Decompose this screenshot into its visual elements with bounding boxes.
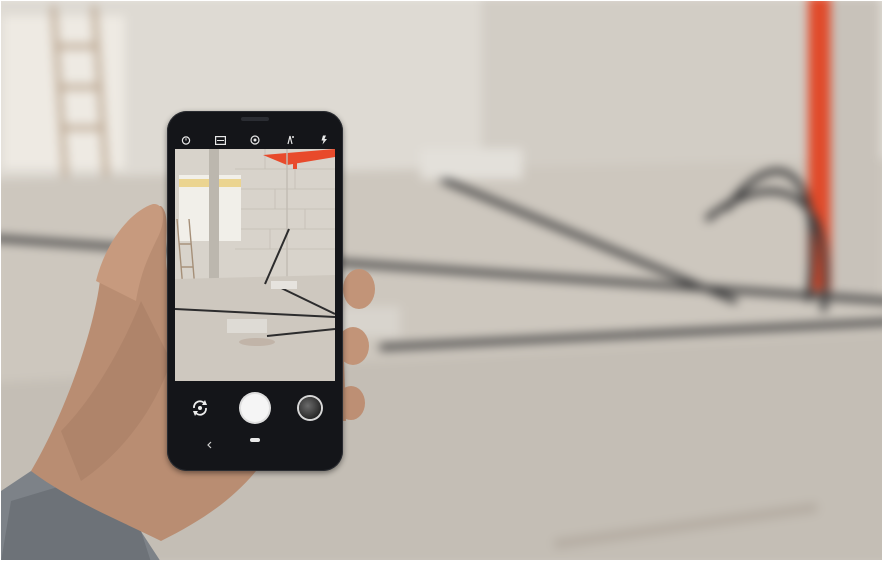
- hand-holding-phone: [1, 203, 375, 560]
- back-icon[interactable]: [205, 435, 215, 449]
- filter-icon[interactable]: [248, 133, 262, 147]
- camera-viewfinder[interactable]: [175, 149, 335, 381]
- camera-bottom-controls: [175, 383, 335, 433]
- aspect-ratio-icon[interactable]: [214, 133, 228, 147]
- smartphone: [167, 111, 343, 471]
- system-navigation-bar: [175, 433, 335, 451]
- home-pill[interactable]: [250, 438, 260, 442]
- gallery-thumbnail[interactable]: [299, 397, 321, 419]
- shutter-button[interactable]: [241, 394, 269, 422]
- hdr-icon[interactable]: [283, 133, 297, 147]
- timer-icon[interactable]: [179, 133, 193, 147]
- switch-camera-icon[interactable]: [189, 397, 211, 419]
- flash-icon[interactable]: [317, 133, 331, 147]
- earpiece: [241, 117, 269, 121]
- photo-scene: [0, 0, 883, 561]
- camera-top-toolbar: [175, 133, 335, 147]
